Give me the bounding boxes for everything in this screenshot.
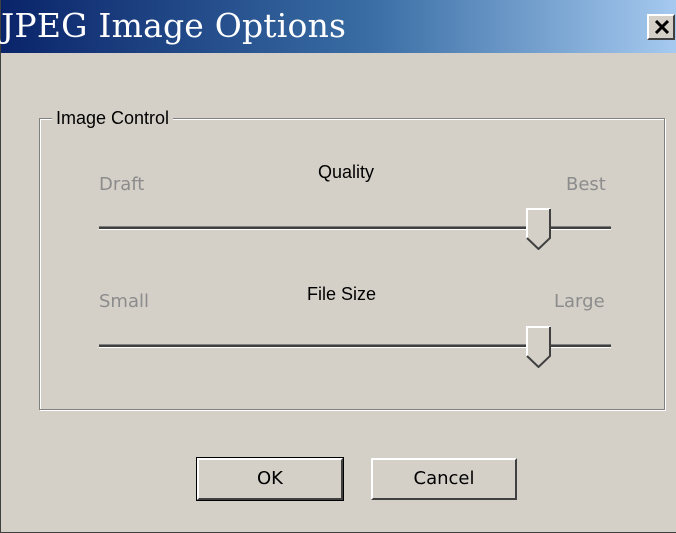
close-button[interactable] <box>647 14 675 40</box>
image-control-label: Image Control <box>52 107 174 129</box>
jpeg-options-dialog: JPEG Image Options Image Control Draft Q… <box>0 0 676 533</box>
cancel-button[interactable]: Cancel <box>371 458 517 500</box>
file-size-label: File Size <box>307 284 377 304</box>
file-size-min-label: Small <box>99 291 149 312</box>
quality-min-label: Draft <box>99 174 145 195</box>
ok-button[interactable]: OK <box>196 457 344 501</box>
quality-slider-thumb[interactable] <box>526 208 552 250</box>
file-size-slider-thumb[interactable] <box>526 326 552 368</box>
title-bar[interactable]: JPEG Image Options <box>1 0 676 53</box>
close-icon <box>654 20 670 34</box>
window-title: JPEG Image Options <box>1 6 347 45</box>
quality-label: Quality <box>318 162 375 182</box>
quality-max-label: Best <box>566 174 606 195</box>
file-size-max-label: Large <box>554 291 605 312</box>
